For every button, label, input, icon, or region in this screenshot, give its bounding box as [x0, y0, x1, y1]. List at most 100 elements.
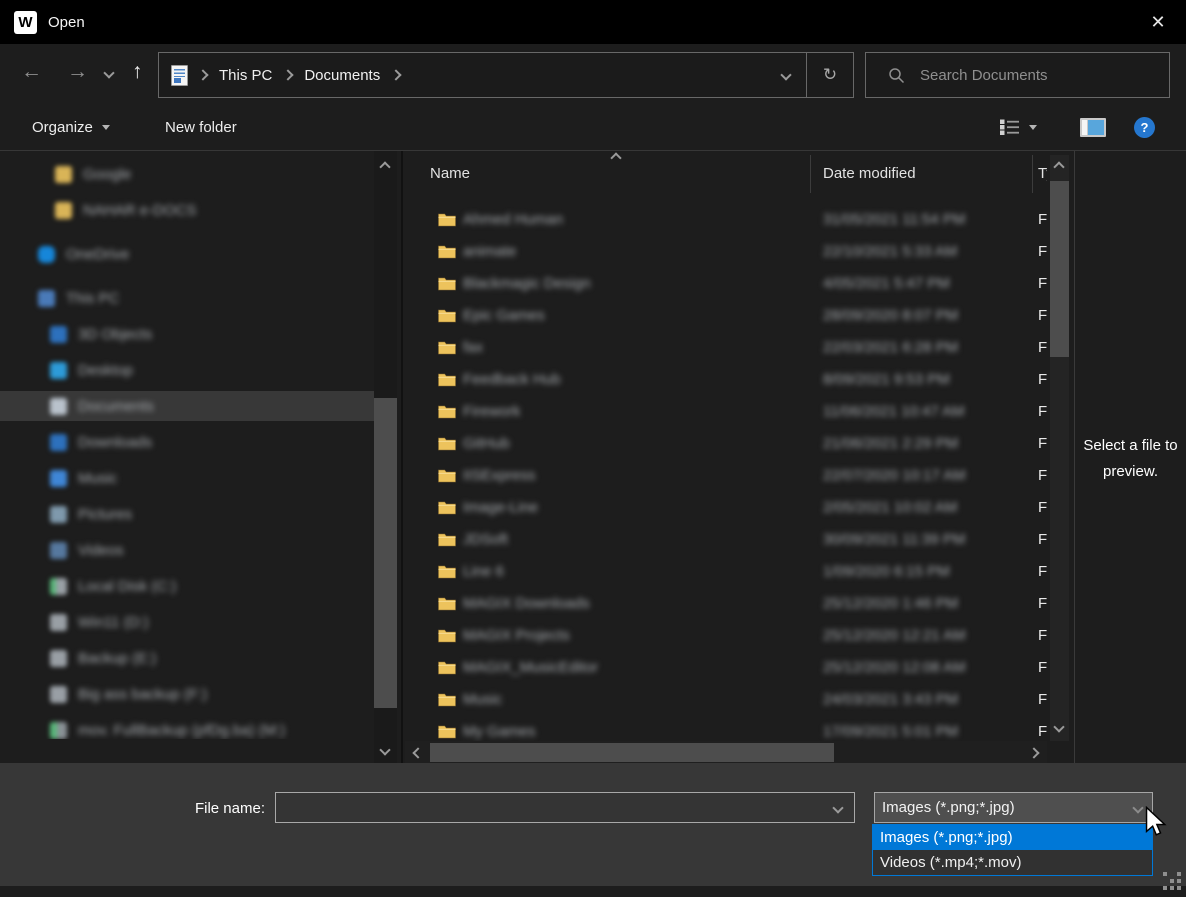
file-date-modified: 31/05/2021 11:54 PM [823, 211, 965, 228]
back-button[interactable]: ← [21, 61, 42, 82]
sidebar-item[interactable]: Google [0, 159, 374, 189]
up-button[interactable]: ↑ [132, 61, 143, 82]
sidebar-item[interactable]: Pictures [0, 499, 374, 529]
navigation-pane: Google NAHAR e-DOCS OneDrive This PC 3D … [0, 151, 374, 739]
file-date-modified: 25/12/2020 12:21 AM [823, 627, 966, 644]
sidebar-item[interactable]: Big ass backup (F:) [0, 679, 374, 709]
file-row[interactable]: Line 6 1/09/2020 6:15 PM File folder [405, 556, 1047, 588]
column-header-date-modified[interactable]: Date modified [823, 165, 916, 182]
scrollbar-thumb[interactable] [374, 398, 397, 708]
sidebar-item-label: Backup (E:) [78, 650, 156, 667]
document-icon [171, 65, 188, 86]
sidebar-item[interactable]: Local Disk (C:) [0, 571, 374, 601]
list-scrollbar[interactable] [1050, 155, 1069, 741]
folder-icon [438, 372, 456, 388]
column-header-name[interactable]: Name [430, 165, 470, 182]
organize-button[interactable]: Organize [32, 104, 110, 150]
resize-grip-icon[interactable] [1163, 872, 1181, 890]
scroll-left-icon[interactable] [412, 747, 423, 758]
column-headers: Name Date modified Type [405, 151, 1047, 203]
sidebar-item-icon [50, 614, 67, 631]
scrollbar-thumb[interactable] [430, 743, 834, 762]
sidebar-item[interactable]: Desktop [0, 355, 374, 385]
scroll-down-icon[interactable] [1053, 721, 1064, 732]
sidebar-item[interactable]: Backup (E:) [0, 643, 374, 673]
file-row[interactable]: Image-Line 2/05/2021 10:02 AM File folde… [405, 492, 1047, 524]
file-name: My Games [463, 723, 536, 740]
file-row[interactable]: MAGIX Downloads 25/12/2020 1:46 PM File … [405, 588, 1047, 620]
navigation-bar: ← → ↑ This PC Documents ↻ [0, 44, 1186, 104]
scroll-up-icon[interactable] [1053, 161, 1064, 172]
file-row[interactable]: Firework 11/06/2021 10:47 AM File folder [405, 396, 1047, 428]
sidebar-item-label: Win11 (D:) [78, 614, 149, 631]
scroll-down-icon[interactable] [379, 744, 390, 755]
file-name: IISExpress [463, 467, 536, 484]
file-name: animate [463, 243, 516, 260]
sidebar-scrollbar[interactable] [374, 151, 397, 764]
file-row[interactable]: MAGIX Projects 25/12/2020 12:21 AM File … [405, 620, 1047, 652]
file-row[interactable]: Ahmed Human 31/05/2021 11:54 PM File fol… [405, 204, 1047, 236]
recent-locations-chevron-icon[interactable] [103, 67, 114, 78]
sidebar-item[interactable]: This PC [0, 283, 374, 313]
divider [401, 151, 403, 764]
dropdown-option-label: Images (*.png;*.jpg) [880, 829, 1013, 846]
scrollbar-thumb[interactable] [1050, 181, 1069, 357]
sidebar-item[interactable]: OneDrive [0, 239, 374, 269]
horizontal-scrollbar[interactable] [405, 741, 1047, 764]
refresh-button[interactable]: ↻ [807, 53, 853, 97]
file-name-input[interactable] [282, 795, 816, 822]
file-name-combobox[interactable] [275, 792, 855, 823]
file-date-modified: 4/05/2021 5:47 PM [823, 275, 950, 292]
file-type-dropdown: Images (*.png;*.jpg) Videos (*.mp4;*.mov… [872, 824, 1153, 876]
sidebar-item[interactable]: 3D Objects [0, 319, 374, 349]
search-input[interactable] [918, 66, 1152, 85]
sidebar-item[interactable]: mov. FullBackup (pfDg.ba) (M:) [0, 715, 374, 739]
file-type: File folder [1038, 467, 1047, 484]
folder-icon [438, 596, 456, 612]
column-header-type[interactable]: Type [1038, 165, 1047, 182]
sidebar-item-icon [50, 650, 67, 667]
chevron-down-icon [780, 69, 791, 80]
breadcrumb-documents[interactable]: Documents [303, 67, 381, 84]
address-dropdown-button[interactable] [766, 53, 806, 97]
dropdown-option[interactable]: Images (*.png;*.jpg) [873, 825, 1152, 850]
file-row[interactable]: fax 22/03/2021 6:28 PM File folder [405, 332, 1047, 364]
file-row[interactable]: IISExpress 22/07/2020 10:17 AM File fold… [405, 460, 1047, 492]
preview-pane-button[interactable] [1080, 104, 1106, 150]
file-row[interactable]: JDSoft 30/09/2021 11:39 PM File folder [405, 524, 1047, 556]
sidebar-item[interactable]: Music [0, 463, 374, 493]
sidebar-item[interactable]: Win11 (D:) [0, 607, 374, 637]
sidebar-item[interactable]: Downloads [0, 427, 374, 457]
sidebar-item[interactable]: Videos [0, 535, 374, 565]
file-row[interactable]: animate 22/10/2021 5:33 AM File folder [405, 236, 1047, 268]
file-row[interactable]: Feedback Hub 8/09/2021 9:53 PM File fold… [405, 364, 1047, 396]
search-box[interactable] [865, 52, 1170, 98]
caret-down-icon [102, 125, 110, 130]
file-row[interactable]: MAGIX_MusicEditor 25/12/2020 12:08 AM Fi… [405, 652, 1047, 684]
preview-pane-icon [1080, 118, 1106, 137]
help-icon: ? [1134, 117, 1155, 138]
file-row[interactable]: My Games 17/09/2021 5:01 PM File folder [405, 716, 1047, 741]
close-button[interactable]: ✕ [1143, 8, 1173, 36]
file-type: File folder [1038, 243, 1047, 260]
folder-icon [438, 212, 456, 228]
forward-button[interactable]: → [67, 61, 88, 82]
file-row[interactable]: Blackmagic Design 4/05/2021 5:47 PM File… [405, 268, 1047, 300]
sidebar-item[interactable]: NAHAR e-DOCS [0, 195, 374, 225]
file-row[interactable]: Music 24/03/2021 3:43 PM File folder [405, 684, 1047, 716]
sidebar-item[interactable]: Documents [0, 391, 374, 421]
scroll-right-icon[interactable] [1028, 747, 1039, 758]
sidebar-item-icon [50, 686, 67, 703]
address-bar[interactable]: This PC Documents ↻ [158, 52, 854, 98]
file-row[interactable]: GitHub 21/06/2021 2:29 PM File folder [405, 428, 1047, 460]
scroll-up-icon[interactable] [379, 161, 390, 172]
file-row[interactable]: Epic Games 28/09/2020 8:07 PM File folde… [405, 300, 1047, 332]
dropdown-option[interactable]: Videos (*.mp4;*.mov) [873, 850, 1152, 875]
column-divider[interactable] [1032, 155, 1033, 193]
breadcrumb-this-pc[interactable]: This PC [218, 67, 273, 84]
column-divider[interactable] [810, 155, 811, 193]
new-folder-button[interactable]: New folder [165, 104, 237, 150]
help-button[interactable]: ? [1134, 104, 1155, 150]
views-button[interactable] [1000, 104, 1037, 150]
file-type-combobox[interactable]: Images (*.png;*.jpg) [874, 792, 1153, 823]
